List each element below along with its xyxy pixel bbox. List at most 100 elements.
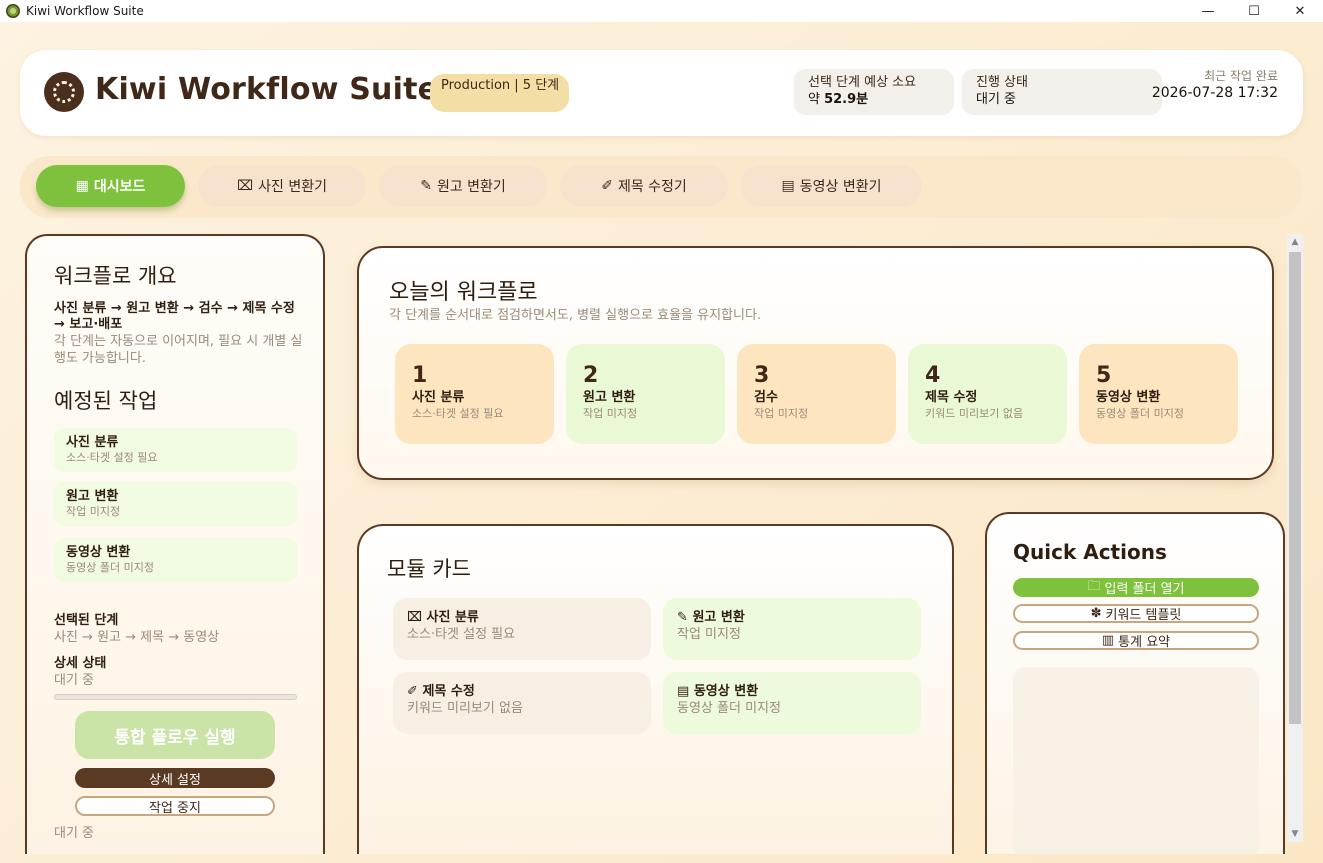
memo-icon: ✎ <box>677 610 688 625</box>
module-title: 제목 수정 <box>422 684 475 699</box>
step-sub: 키워드 미리보기 없음 <box>925 407 1024 420</box>
step-title: 원고 변환 <box>583 390 636 405</box>
puzzle-icon: ✽ <box>1090 606 1102 621</box>
workflow-step[interactable]: 3 검수 작업 미지정 <box>737 344 896 444</box>
module-title: 원고 변환 <box>692 610 745 625</box>
step-number: 2 <box>583 363 599 388</box>
scheduled-item[interactable]: 동영상 변환 동영상 폴더 미지정 <box>54 538 297 582</box>
step-sub: 작업 미지정 <box>583 407 638 420</box>
stats-summary-button[interactable]: ▥ 통계 요약 <box>1013 631 1259 650</box>
app-header: Kiwi Workflow Suite Production | 5 단계 선택… <box>20 50 1303 136</box>
environment-badge: Production | 5 단계 <box>430 74 569 112</box>
scheduled-item-title: 사진 분류 <box>66 435 119 450</box>
window-titlebar: Kiwi Workflow Suite — ☐ ✕ <box>0 0 1323 22</box>
estimated-time-prefix: 약 <box>808 92 825 107</box>
scheduled-item-title: 동영상 변환 <box>66 545 131 560</box>
detail-settings-button[interactable]: 상세 설정 <box>75 768 275 788</box>
selected-steps-label: 선택된 단계 <box>54 613 119 628</box>
button-label: 입력 폴더 열기 <box>1104 582 1185 597</box>
selected-steps-value: 사진 → 원고 → 제목 → 동영상 <box>54 630 220 645</box>
module-card-title[interactable]: ✐ 제목 수정 키워드 미리보기 없음 <box>393 672 651 734</box>
step-number: 3 <box>754 363 770 388</box>
clapperboard-icon: ▤ <box>677 684 690 699</box>
detail-status-label: 상세 상태 <box>54 656 107 671</box>
scheduled-item-title: 원고 변환 <box>66 489 119 504</box>
vertical-scrollbar[interactable]: ▲ ▼ <box>1287 234 1303 842</box>
tab-title-editor[interactable]: ✐ 제목 수정기 <box>560 165 728 207</box>
run-integrated-flow-button[interactable]: 통합 플로우 실행 <box>75 711 275 759</box>
estimated-time-stat: 선택 단계 예상 소요 약 52.9분 <box>794 69 954 115</box>
minimize-button[interactable]: — <box>1185 0 1231 22</box>
stop-job-button[interactable]: 작업 중지 <box>75 796 275 816</box>
workflow-step[interactable]: 4 제목 수정 키워드 미리보기 없음 <box>908 344 1067 444</box>
quick-actions-panel: Quick Actions 🗀 입력 폴더 열기 ✽ 키워드 템플릿 ▥ 통계 … <box>985 512 1285 854</box>
tab-dashboard[interactable]: ▦ 대시보드 <box>36 165 185 207</box>
detail-status-value: 대기 중 <box>54 673 95 688</box>
button-label: 통계 요약 <box>1118 635 1171 650</box>
step-number: 5 <box>1096 363 1112 388</box>
today-subtitle: 각 단계를 순서대로 점검하면서도, 병렬 실행으로 효율을 유지합니다. <box>389 308 762 323</box>
pencil-icon: ✐ <box>601 178 613 194</box>
module-sub: 키워드 미리보기 없음 <box>407 701 523 716</box>
module-sub: 소스·타겟 설정 필요 <box>407 627 516 642</box>
tab-label: 대시보드 <box>93 179 146 195</box>
scheduled-item[interactable]: 사진 분류 소스·타겟 설정 필요 <box>54 428 297 472</box>
last-completed-value: 2026-07-28 17:32 <box>1151 85 1278 101</box>
memo-icon: ✎ <box>420 178 432 194</box>
progress-status-stat: 진행 상태 대기 중 <box>962 69 1162 115</box>
tab-video-converter[interactable]: ▤ 동영상 변환기 <box>741 165 922 207</box>
scroll-up-icon[interactable]: ▲ <box>1287 234 1303 250</box>
scheduled-item-sub: 작업 미지정 <box>66 505 121 518</box>
workflow-step[interactable]: 2 원고 변환 작업 미지정 <box>566 344 725 444</box>
chart-icon: ▥ <box>1101 633 1115 648</box>
window-title: Kiwi Workflow Suite <box>26 4 144 18</box>
step-number: 1 <box>412 363 428 388</box>
tab-label: 동영상 변환기 <box>799 179 882 195</box>
pencil-icon: ✐ <box>407 684 418 699</box>
clapperboard-icon: ▤ <box>781 178 795 194</box>
module-card-photo[interactable]: ⌧ 사진 분류 소스·타겟 설정 필요 <box>393 598 651 660</box>
keyword-template-button[interactable]: ✽ 키워드 템플릿 <box>1013 604 1259 623</box>
status-text: 대기 중 <box>54 826 95 841</box>
app-title: Kiwi Workflow Suite <box>95 72 439 107</box>
camera-icon: ⌧ <box>407 610 422 625</box>
scroll-down-icon[interactable]: ▼ <box>1287 826 1303 842</box>
tab-label: 원고 변환기 <box>436 179 506 195</box>
tab-label: 제목 수정기 <box>617 179 687 195</box>
tab-label: 사진 변환기 <box>258 179 327 195</box>
scheduled-title: 예정된 작업 <box>54 389 158 413</box>
overview-title: 워크플로 개요 <box>54 264 177 288</box>
quick-actions-output-area <box>1013 667 1259 854</box>
today-title: 오늘의 워크플로 <box>389 280 538 305</box>
dashboard-icon: ▦ <box>75 178 89 194</box>
module-card-video[interactable]: ▤ 동영상 변환 동영상 폴더 미지정 <box>663 672 921 734</box>
progress-bar <box>54 694 297 700</box>
workflow-step[interactable]: 1 사진 분류 소스·타겟 설정 필요 <box>395 344 554 444</box>
workflow-step[interactable]: 5 동영상 변환 동영상 폴더 미지정 <box>1079 344 1238 444</box>
step-title: 동영상 변환 <box>1096 390 1161 405</box>
step-number: 4 <box>925 363 941 388</box>
tab-photo-converter[interactable]: ⌧ 사진 변환기 <box>198 165 366 207</box>
workflow-overview-panel: 워크플로 개요 사진 분류 → 원고 변환 → 검수 → 제목 수정 → 보고·… <box>25 234 325 854</box>
maximize-button[interactable]: ☐ <box>1231 0 1277 22</box>
scrollbar-thumb[interactable] <box>1289 252 1301 724</box>
scheduled-item[interactable]: 원고 변환 작업 미지정 <box>54 482 297 526</box>
module-cards-panel: 모듈 카드 ⌧ 사진 분류 소스·타겟 설정 필요 ✎ 원고 변환 작업 미지정… <box>357 524 954 854</box>
camera-icon: ⌧ <box>237 178 254 194</box>
close-button[interactable]: ✕ <box>1277 0 1323 22</box>
button-label: 키워드 템플릿 <box>1105 608 1182 623</box>
last-completed: 최근 작업 완료 2026-07-28 17:32 <box>1152 68 1278 102</box>
module-sub: 작업 미지정 <box>677 627 741 642</box>
progress-status-value: 대기 중 <box>976 92 1017 107</box>
estimated-time-value: 52.9분 <box>824 92 869 107</box>
scheduled-item-sub: 소스·타겟 설정 필요 <box>66 451 158 464</box>
step-title: 제목 수정 <box>925 390 978 405</box>
open-input-folder-button[interactable]: 🗀 입력 폴더 열기 <box>1013 578 1259 597</box>
tab-manuscript-converter[interactable]: ✎ 원고 변환기 <box>379 165 547 207</box>
module-card-manuscript[interactable]: ✎ 원고 변환 작업 미지정 <box>663 598 921 660</box>
overview-flow: 사진 분류 → 원고 변환 → 검수 → 제목 수정 → 보고·배포 <box>54 301 295 332</box>
quick-actions-title: Quick Actions <box>1013 540 1167 564</box>
estimated-time-label: 선택 단계 예상 소요 <box>808 75 917 90</box>
module-title: 사진 분류 <box>426 610 479 625</box>
module-sub: 동영상 폴더 미지정 <box>677 701 781 716</box>
